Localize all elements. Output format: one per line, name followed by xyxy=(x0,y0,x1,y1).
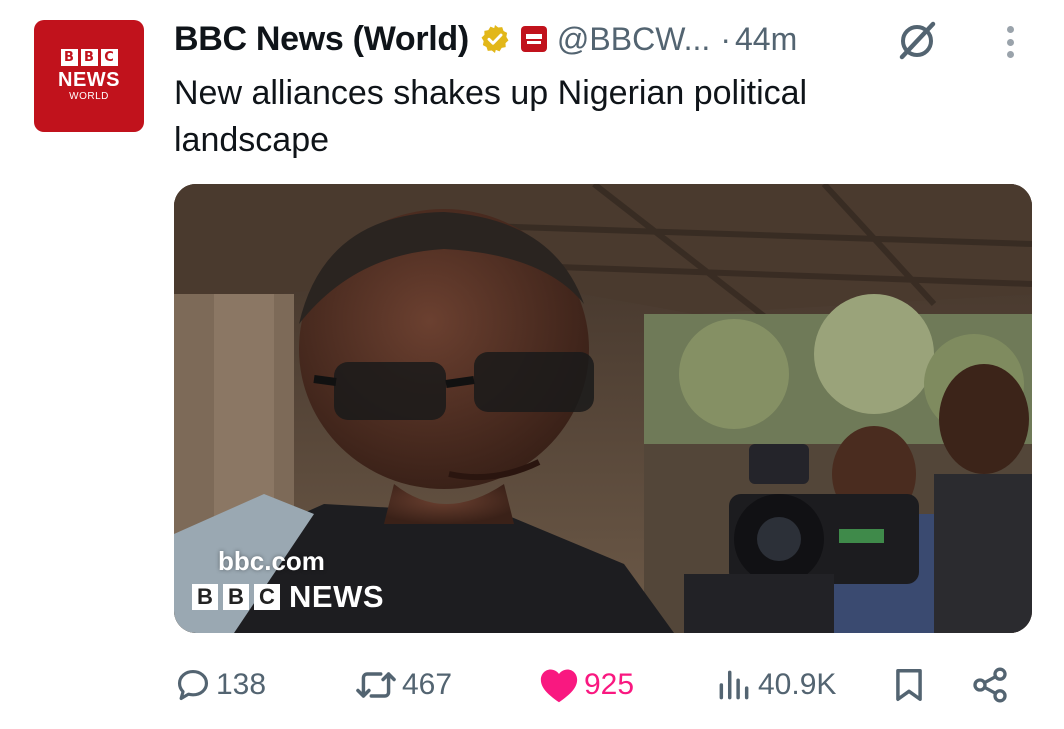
post-text: New alliances shakes up Nigerian politic… xyxy=(174,74,808,159)
watermark-block: C xyxy=(254,584,280,610)
action-bar: 138 467 925 40.9K xyxy=(174,660,1024,710)
like-button[interactable]: 925 xyxy=(538,660,634,710)
watermark-site: bbc.com xyxy=(218,546,325,576)
repost-button[interactable]: 467 xyxy=(354,660,452,710)
avatar-block: B xyxy=(80,48,98,66)
avatar-logo-blocks: B B C xyxy=(60,48,118,66)
reply-button[interactable]: 138 xyxy=(174,660,266,710)
share-button[interactable] xyxy=(970,660,1014,710)
repost-count: 467 xyxy=(402,668,453,701)
repost-icon xyxy=(356,672,396,698)
verified-badge-icon[interactable] xyxy=(479,23,511,55)
affiliation-badge-icon[interactable] xyxy=(520,26,547,52)
watermark-block: B xyxy=(192,584,218,610)
share-icon xyxy=(973,667,1007,703)
bookmark-button[interactable] xyxy=(890,660,932,710)
author-handle[interactable]: @BBCW... xyxy=(557,21,710,58)
post-header: BBC News (World) @BBCW... · 44m xyxy=(174,16,797,62)
author-name[interactable]: BBC News (World) xyxy=(174,20,469,59)
more-icon[interactable] xyxy=(998,22,1022,62)
views-button[interactable]: 40.9K xyxy=(714,660,836,710)
avatar-line1: NEWS xyxy=(58,68,120,91)
avatar-line2: WORLD xyxy=(69,90,109,102)
post-time[interactable]: 44m xyxy=(735,21,797,58)
post-image[interactable]: bbc.com B B C NEWS xyxy=(174,184,1032,633)
watermark-brand: NEWS xyxy=(289,579,384,614)
grok-icon[interactable] xyxy=(893,16,941,64)
watermark-block: B xyxy=(223,584,249,610)
like-count: 925 xyxy=(584,668,635,701)
reply-count: 138 xyxy=(216,668,267,701)
separator: · xyxy=(720,20,731,57)
image-watermark: bbc.com B B C NEWS xyxy=(192,546,384,615)
views-icon xyxy=(719,670,749,700)
avatar-block: B xyxy=(60,48,78,66)
avatar-block: C xyxy=(100,48,118,66)
like-icon xyxy=(540,669,578,703)
avatar[interactable]: B B C NEWS WORLD xyxy=(34,20,144,132)
views-count: 40.9K xyxy=(758,668,837,701)
bookmark-icon xyxy=(896,669,922,701)
reply-icon xyxy=(177,669,209,701)
